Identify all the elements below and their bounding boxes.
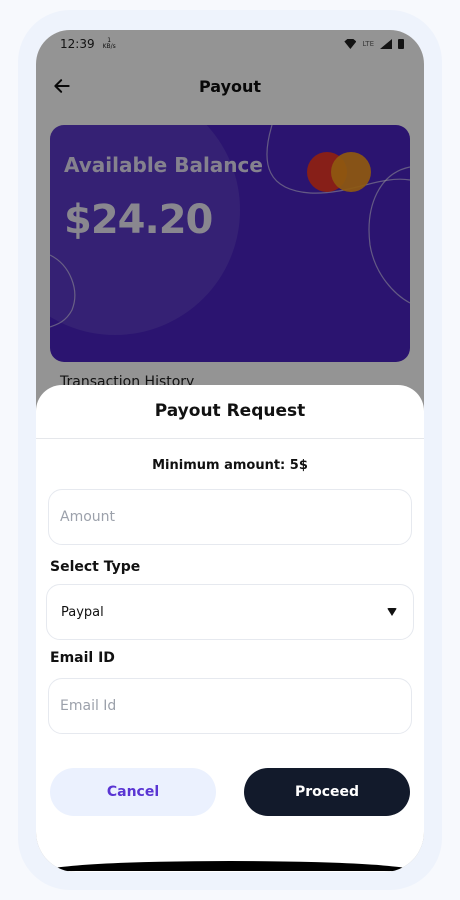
payout-request-sheet: Payout Request Minimum amount: 5$ Select…	[36, 385, 424, 872]
caret-down-icon[interactable]	[387, 608, 397, 616]
selected-type-value: Paypal	[61, 604, 104, 620]
email-id-label: Email ID	[50, 650, 115, 666]
payout-type-select[interactable]: Paypal	[46, 584, 414, 640]
minimum-amount-text: Minimum amount: 5$	[152, 458, 308, 473]
sheet-divider	[36, 438, 424, 439]
payout-screen: 12:39 1 KB/s LTE Payout Available Balanc…	[36, 30, 424, 872]
select-type-label: Select Type	[50, 559, 141, 575]
email-input[interactable]	[48, 678, 412, 734]
cancel-button[interactable]: Cancel	[50, 768, 216, 816]
proceed-button[interactable]: Proceed	[244, 768, 410, 816]
amount-input[interactable]	[48, 489, 412, 545]
phone-frame: 12:39 1 KB/s LTE Payout Available Balanc…	[36, 30, 424, 872]
sheet-title: Payout Request	[154, 401, 306, 421]
